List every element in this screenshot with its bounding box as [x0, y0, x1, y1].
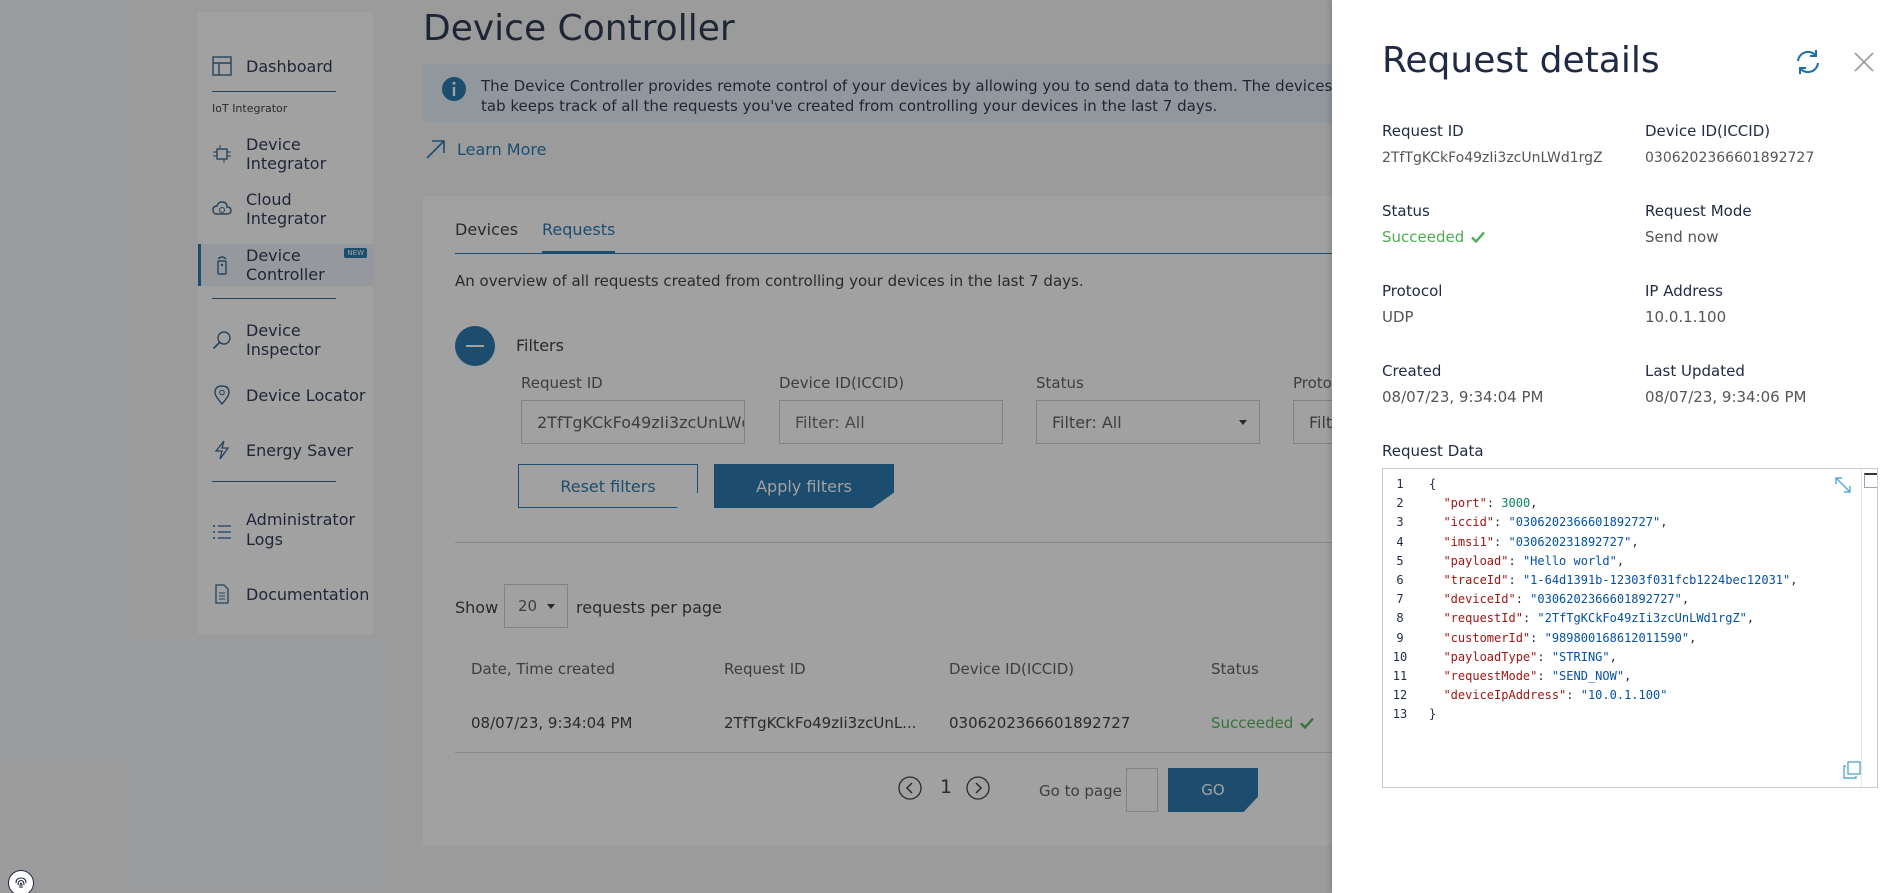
json-value: "Hello world": [1522, 553, 1617, 568]
json-key: "payloadType": [1443, 649, 1538, 664]
json-value: "10.0.1.100": [1580, 688, 1668, 703]
line-number: 2: [1396, 496, 1404, 511]
json-key: "deviceIpAddress": [1443, 688, 1567, 703]
request-details-drawer: Request details Request ID 2TfTgKCkFo49z…: [1332, 0, 1903, 893]
json-value: "0306202366601892727": [1508, 515, 1661, 530]
refresh-icon[interactable]: [1794, 48, 1822, 76]
line-number: 13: [1392, 707, 1408, 722]
json-key: "customerId": [1443, 630, 1531, 645]
line-number: 8: [1396, 611, 1404, 626]
line-number: 11: [1392, 669, 1408, 684]
device-id-label: Device ID(ICCID): [1645, 122, 1771, 140]
created-label: Created: [1382, 362, 1442, 380]
checkmark-icon: [1471, 231, 1486, 244]
line-number: 12: [1392, 688, 1408, 703]
code-line: "customerId": "989800168612011590",: [1443, 630, 1697, 645]
json-value: "0306202366601892727": [1530, 592, 1682, 607]
modal-backdrop[interactable]: [0, 0, 1332, 893]
line-number: 9: [1396, 630, 1404, 645]
json-key: "requestMode": [1443, 669, 1538, 684]
status-label: Status: [1382, 202, 1430, 220]
status-value: Succeeded: [1382, 228, 1486, 246]
json-value: "989800168612011590": [1544, 630, 1690, 645]
json-key: "requestId": [1443, 611, 1523, 626]
code-line: "port": 3000,: [1443, 496, 1538, 511]
line-number: 4: [1396, 534, 1404, 549]
json-value: "STRING": [1551, 649, 1610, 664]
json-key: "imsi1": [1443, 534, 1495, 549]
json-key: "deviceId": [1443, 592, 1516, 607]
created-value: 08/07/23, 9:34:04 PM: [1382, 388, 1544, 406]
line-number: 10: [1392, 649, 1408, 664]
json-value: "SEND_NOW": [1551, 669, 1625, 684]
code-line: "requestMode": "SEND_NOW",: [1443, 669, 1632, 684]
line-number: 1: [1396, 477, 1404, 491]
request-id-label: Request ID: [1382, 122, 1464, 140]
protocol-value: UDP: [1382, 308, 1414, 326]
line-number: 6: [1396, 573, 1404, 588]
code-line: "payload": "Hello world",: [1443, 553, 1625, 568]
json-value: "2TfTgKCkFo49zIi3zcUnLWd1rgZ": [1537, 611, 1747, 626]
code-line: "requestId": "2TfTgKCkFo49zIi3zcUnLWd1rg…: [1443, 611, 1755, 626]
copy-icon[interactable]: [1843, 761, 1861, 779]
code-line: "traceId": "1-64d1391b-12303f031fcb1224b…: [1443, 573, 1798, 588]
json-code: { "port": 3000, "iccid": "03062023666018…: [1429, 475, 1797, 725]
request-mode-value: Send now: [1645, 228, 1719, 246]
drawer-title: Request details: [1382, 40, 1660, 81]
device-id-value: 0306202366601892727: [1645, 150, 1815, 166]
code-line: {: [1429, 477, 1437, 491]
last-updated-value: 08/07/23, 9:34:06 PM: [1645, 388, 1807, 406]
json-value: "030620231892727": [1508, 534, 1632, 549]
json-value: "1-64d1391b-12303f031fcb1224bec12031": [1522, 573, 1791, 588]
code-line: "payloadType": "STRING",: [1443, 649, 1617, 664]
json-key: "payload": [1443, 553, 1509, 568]
code-line: "iccid": "0306202366601892727",: [1443, 515, 1668, 530]
ip-address-value: 10.0.1.100: [1645, 308, 1727, 326]
fingerprint-icon[interactable]: [8, 870, 34, 893]
request-mode-label: Request Mode: [1645, 202, 1752, 220]
ip-address-label: IP Address: [1645, 282, 1723, 300]
code-line: }: [1429, 707, 1437, 722]
close-icon[interactable]: [1852, 50, 1876, 74]
code-line: "imsi1": "030620231892727",: [1443, 534, 1639, 549]
request-data-label: Request Data: [1382, 442, 1484, 460]
status-text: Succeeded: [1382, 228, 1465, 246]
code-line: "deviceIpAddress": "10.0.1.100": [1443, 688, 1668, 703]
json-key: "traceId": [1443, 573, 1509, 588]
line-number: 5: [1396, 553, 1404, 568]
line-number: 3: [1396, 515, 1404, 530]
code-line: "deviceId": "0306202366601892727",: [1443, 592, 1690, 607]
json-key: "iccid": [1443, 515, 1495, 530]
json-value: 3000: [1501, 496, 1531, 511]
json-key: "port": [1443, 496, 1487, 511]
request-id-value: 2TfTgKCkFo49zIi3zcUnLWd1rgZ: [1382, 150, 1603, 166]
line-numbers: 1 2 3 4 5 6 7 8 9 10 11 12 13: [1383, 475, 1417, 725]
last-updated-label: Last Updated: [1645, 362, 1745, 380]
editor-scrollbar[interactable]: [1861, 469, 1877, 787]
line-number: 7: [1396, 592, 1404, 607]
protocol-label: Protocol: [1382, 282, 1443, 300]
request-data-code-editor[interactable]: 1 2 3 4 5 6 7 8 9 10 11 12 13 { "port": 3000, "iccid…: [1382, 468, 1878, 788]
expand-icon[interactable]: [1833, 475, 1853, 495]
